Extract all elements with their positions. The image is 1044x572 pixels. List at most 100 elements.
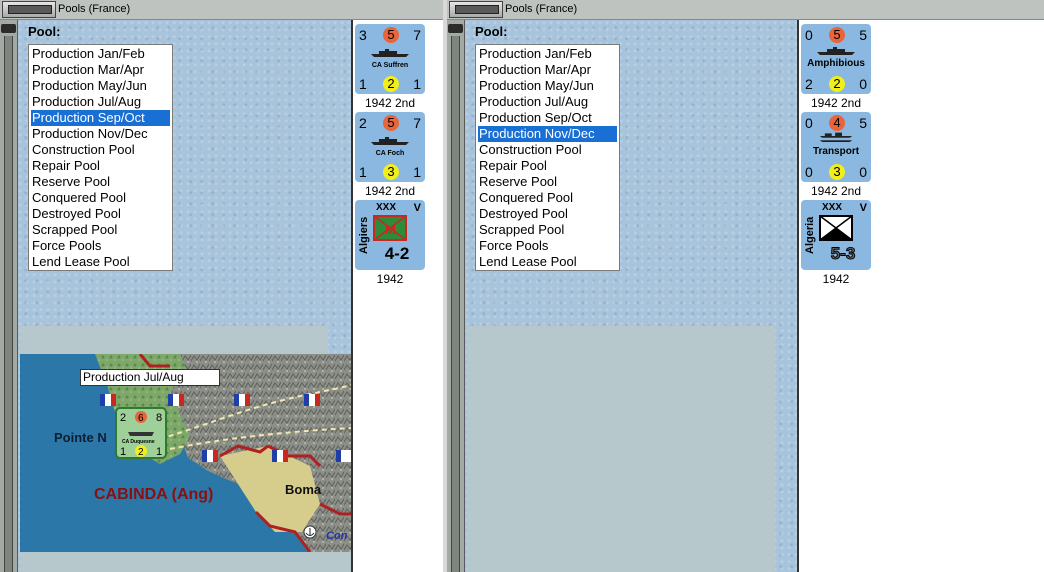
unit-stat: 0 bbox=[805, 27, 813, 43]
unit-caption: 1942 bbox=[822, 272, 850, 286]
pool-panel: Pool: Production Jan/Feb Production Mar/… bbox=[18, 20, 351, 572]
frame-handle-icon[interactable] bbox=[448, 24, 463, 33]
pool-item[interactable]: Scrapped Pool bbox=[31, 222, 170, 238]
pool-item[interactable]: Production Nov/Dec bbox=[31, 126, 170, 142]
pool-item[interactable]: Reserve Pool bbox=[31, 174, 170, 190]
unit-stat: 0 bbox=[805, 164, 813, 180]
unit-caption: 1942 2nd bbox=[810, 184, 862, 198]
pool-item[interactable]: Construction Pool bbox=[478, 142, 617, 158]
ship-name: Transport bbox=[812, 146, 860, 157]
unit-counter-algiers[interactable]: Algiers XXX V M 4-2 bbox=[355, 200, 425, 270]
svg-text:6: 6 bbox=[138, 413, 144, 424]
unit-stat: 2 bbox=[829, 76, 845, 92]
unit-size: XXX bbox=[822, 202, 843, 213]
svg-text:Boma: Boma bbox=[285, 482, 322, 497]
pool-item-selected[interactable]: Production Sep/Oct bbox=[31, 110, 170, 126]
svg-text:CA Duquesne: CA Duquesne bbox=[122, 439, 155, 445]
unit-counter-ca-suffren[interactable]: 357 CA Suffren 121 bbox=[355, 24, 425, 94]
unit-stat: 1 bbox=[359, 164, 367, 180]
pool-item[interactable]: Repair Pool bbox=[31, 158, 170, 174]
window-title: Pools (France) bbox=[505, 3, 578, 15]
window-menu-button[interactable] bbox=[2, 1, 56, 18]
pool-item[interactable]: Force Pools bbox=[478, 238, 617, 254]
amphibious-ship-icon bbox=[817, 47, 855, 55]
pool-item[interactable]: Production Mar/Apr bbox=[478, 62, 617, 78]
pool-item[interactable]: Scrapped Pool bbox=[478, 222, 617, 238]
drag-counter: 2 6 8 CA Duquesne 1 2 1 bbox=[115, 407, 167, 459]
pool-item[interactable]: Lend Lease Pool bbox=[478, 254, 617, 270]
unit-counter-amphibious[interactable]: 055 Amphibious 220 bbox=[801, 24, 871, 94]
pool-item[interactable]: Production Mar/Apr bbox=[31, 62, 170, 78]
pool-item-selected[interactable]: Production Nov/Dec bbox=[478, 126, 617, 142]
unit-counter-transport[interactable]: 045 Transport 030 bbox=[801, 112, 871, 182]
unit-stat: 5 bbox=[859, 115, 867, 131]
unit-caption: 1942 2nd bbox=[810, 96, 862, 110]
unit-caption: 1942 bbox=[376, 272, 404, 286]
unit-counter-ca-foch[interactable]: 257 CA Foch 131 bbox=[355, 112, 425, 182]
unit-list-panel: 357 CA Suffren 121 1942 2nd 257 CA Foch … bbox=[351, 20, 443, 572]
pools-window-left: Pools (France) Pool: Production Jan/Feb … bbox=[0, 0, 443, 572]
unit-stat: 2 bbox=[805, 76, 813, 92]
window-side-frame bbox=[0, 20, 18, 572]
frame-rail bbox=[451, 36, 460, 572]
unit-stat: 2 bbox=[383, 76, 399, 92]
infantry-militia-icon: M bbox=[373, 215, 407, 241]
ship-name: CA Foch bbox=[375, 150, 405, 157]
pools-window-right: Pools (France) Pool: Production Jan/Feb … bbox=[447, 0, 1044, 572]
map-view[interactable]: Pointe N CABINDA (Ang) Boma Con 2 6 8 CA… bbox=[20, 354, 351, 552]
pool-item[interactable]: Destroyed Pool bbox=[478, 206, 617, 222]
pool-item[interactable]: Reserve Pool bbox=[478, 174, 617, 190]
unit-stat: 1 bbox=[359, 76, 367, 92]
pool-item[interactable]: Force Pools bbox=[31, 238, 170, 254]
title-bar[interactable]: Pools (France) bbox=[447, 0, 1044, 20]
pool-item[interactable]: Construction Pool bbox=[31, 142, 170, 158]
unit-stat: 0 bbox=[859, 76, 867, 92]
unit-stat: 1 bbox=[413, 164, 421, 180]
window-menu-button[interactable] bbox=[449, 1, 503, 18]
pool-item[interactable]: Conquered Pool bbox=[478, 190, 617, 206]
pool-item[interactable]: Production Jan/Feb bbox=[478, 46, 617, 62]
pool-list[interactable]: Production Jan/Feb Production Mar/Apr Pr… bbox=[475, 44, 620, 271]
transport-ship-icon bbox=[819, 132, 853, 142]
pool-item[interactable]: Production May/Jun bbox=[31, 78, 170, 94]
pool-item[interactable]: Destroyed Pool bbox=[31, 206, 170, 222]
pool-item[interactable]: Production Sep/Oct bbox=[478, 110, 617, 126]
unit-stat: 5 bbox=[383, 115, 399, 131]
cruiser-icon bbox=[371, 137, 409, 145]
pool-item[interactable]: Production May/Jun bbox=[478, 78, 617, 94]
map-frame-top bbox=[20, 326, 328, 354]
cruiser-icon bbox=[371, 49, 409, 57]
window-menu-icon bbox=[8, 5, 52, 14]
pool-item[interactable]: Lend Lease Pool bbox=[31, 254, 170, 270]
frame-handle-icon[interactable] bbox=[1, 24, 16, 33]
pool-item[interactable]: Production Jul/Aug bbox=[478, 94, 617, 110]
pool-item[interactable]: Production Jan/Feb bbox=[31, 46, 170, 62]
unit-stat: 1 bbox=[413, 76, 421, 92]
title-bar[interactable]: Pools (France) bbox=[0, 0, 443, 20]
unit-strength: 5-3 bbox=[830, 244, 856, 264]
unit-stat: 5 bbox=[829, 27, 845, 43]
window-side-frame bbox=[447, 20, 465, 572]
unit-class: V bbox=[413, 202, 421, 214]
pool-label: Pool: bbox=[475, 24, 508, 39]
unit-stat: 5 bbox=[383, 27, 399, 43]
unit-stat: 4 bbox=[829, 115, 845, 131]
unit-stat: 0 bbox=[859, 164, 867, 180]
pool-item[interactable]: Production Jul/Aug bbox=[31, 94, 170, 110]
unit-stat: 2 bbox=[359, 115, 367, 131]
unit-caption: 1942 2nd bbox=[364, 96, 416, 110]
ship-name: Amphibious bbox=[807, 58, 865, 69]
map-placeholder bbox=[467, 326, 775, 572]
pool-item[interactable]: Conquered Pool bbox=[31, 190, 170, 206]
ship-name: CA Suffren bbox=[371, 62, 409, 69]
drag-tooltip: Production Jul/Aug bbox=[80, 369, 220, 386]
pool-item[interactable]: Repair Pool bbox=[478, 158, 617, 174]
unit-counter-algeria[interactable]: Algeria XXX V 5-3 bbox=[801, 200, 871, 270]
pool-list[interactable]: Production Jan/Feb Production Mar/Apr Pr… bbox=[28, 44, 173, 271]
svg-text:8: 8 bbox=[156, 412, 162, 424]
svg-text:1: 1 bbox=[156, 446, 162, 458]
pool-panel: Pool: Production Jan/Feb Production Mar/… bbox=[465, 20, 797, 572]
frame-rail bbox=[4, 36, 13, 572]
svg-text:2: 2 bbox=[138, 447, 144, 458]
infantry-icon bbox=[819, 215, 853, 241]
